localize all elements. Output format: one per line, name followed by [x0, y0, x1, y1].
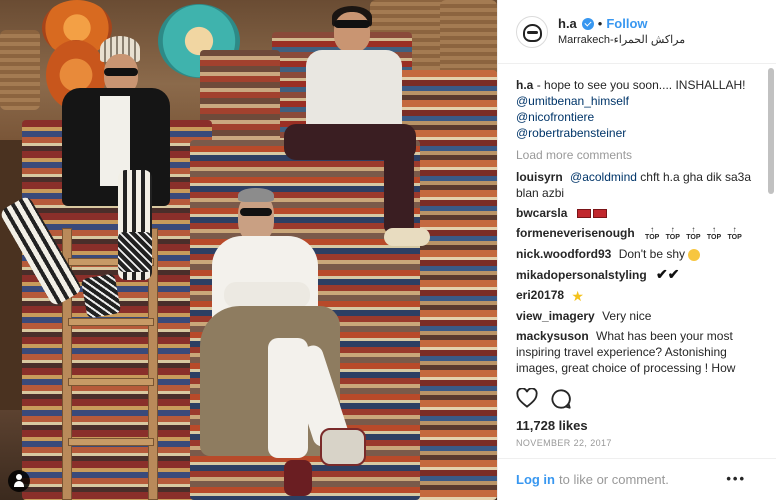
comment-item: nick.woodford93 Don't be shy	[516, 246, 756, 262]
caption: h.a - hope to see you soon.... INSHALLAH…	[516, 77, 756, 141]
avatar[interactable]	[516, 15, 548, 48]
post-actions	[516, 388, 572, 410]
caption-username[interactable]: h.a	[516, 78, 533, 92]
post-photo[interactable]	[0, 0, 497, 500]
comment-username[interactable]: mikadopersonalstyling	[516, 268, 647, 282]
follow-button[interactable]: Follow	[606, 16, 647, 32]
comment-mention[interactable]: @acoldmind	[570, 170, 637, 184]
comment-username[interactable]: louisyrn	[516, 170, 563, 184]
photo-basket	[0, 30, 40, 110]
post-header: h.a • Follow Marrakech-مراكش الحمراء	[498, 0, 776, 64]
instagram-post: h.a • Follow Marrakech-مراكش الحمراء h.a…	[0, 0, 776, 500]
header-username[interactable]: h.a	[558, 16, 577, 32]
comment-item: eri20178 ★	[516, 287, 756, 304]
comment-username[interactable]: bwcarsla	[516, 206, 567, 220]
top-emoji-icon: TOP	[666, 226, 680, 242]
location-link[interactable]: Marrakech-مراكش الحمراء	[558, 32, 685, 48]
verified-badge-icon	[581, 17, 594, 30]
comment-item: view_imagery Very nice	[516, 308, 756, 324]
flag-emoji-icon	[576, 209, 591, 219]
caption-mention[interactable]: @robertrabensteiner	[516, 125, 756, 141]
comment-username[interactable]: formeneverisenough	[516, 226, 635, 240]
top-emoji-icon: TOP	[727, 226, 741, 242]
login-link[interactable]: Log in	[516, 472, 555, 487]
flag-emoji-icon	[592, 209, 607, 219]
comment-item: mackysuson What has been your most inspi…	[516, 328, 756, 376]
comment-username[interactable]: nick.woodford93	[516, 247, 611, 261]
post-footer: Log in to like or comment. •••	[498, 458, 776, 500]
comment-item: louisyrn @acoldmind chft h.a gha dik sa3…	[516, 169, 756, 201]
caption-mention[interactable]: @umitbenan_himself	[516, 93, 756, 109]
load-more-comments-button[interactable]: Load more comments	[516, 147, 756, 163]
likes-count[interactable]: 11,728 likes	[516, 418, 588, 433]
comments-list[interactable]: h.a - hope to see you soon.... INSHALLAH…	[498, 65, 768, 383]
top-emoji-icon: TOP	[707, 226, 721, 242]
top-emoji-icon: TOP	[686, 226, 700, 242]
star-emoji-icon: ★	[571, 287, 584, 304]
comment-username[interactable]: eri20178	[516, 288, 564, 302]
comment-item: formeneverisenough TOP TOP TOP TOP TOP	[516, 225, 756, 242]
caption-text: - hope to see you soon.... INSHALLAH!	[536, 78, 746, 92]
comment-text: Very nice	[602, 308, 652, 323]
header-separator-dot: •	[597, 15, 603, 31]
comment-item: bwcarsla	[516, 205, 756, 221]
login-prompt-text: to like or comment.	[559, 472, 669, 487]
smile-emoji-icon	[688, 248, 701, 261]
top-emoji-icon: TOP	[645, 226, 659, 242]
comment-username[interactable]: view_imagery	[516, 309, 595, 323]
post-date: NOVEMBER 22, 2017	[516, 438, 612, 448]
post-side-panel: h.a • Follow Marrakech-مراكش الحمراء h.a…	[497, 0, 776, 500]
heart-icon[interactable]	[516, 388, 538, 408]
comment-username[interactable]: mackysuson	[516, 329, 589, 343]
tagged-user-icon[interactable]	[8, 470, 30, 492]
comment-text: Don't be shy	[618, 246, 686, 261]
comment-item: mikadopersonalstyling ✔✔	[516, 266, 756, 283]
comments-scrollbar[interactable]	[768, 68, 774, 194]
comment-icon[interactable]	[550, 388, 572, 410]
caption-mention[interactable]: @nicofrontiere	[516, 109, 756, 125]
comment-text: ✔✔	[656, 265, 680, 282]
more-options-button[interactable]: •••	[726, 471, 746, 486]
